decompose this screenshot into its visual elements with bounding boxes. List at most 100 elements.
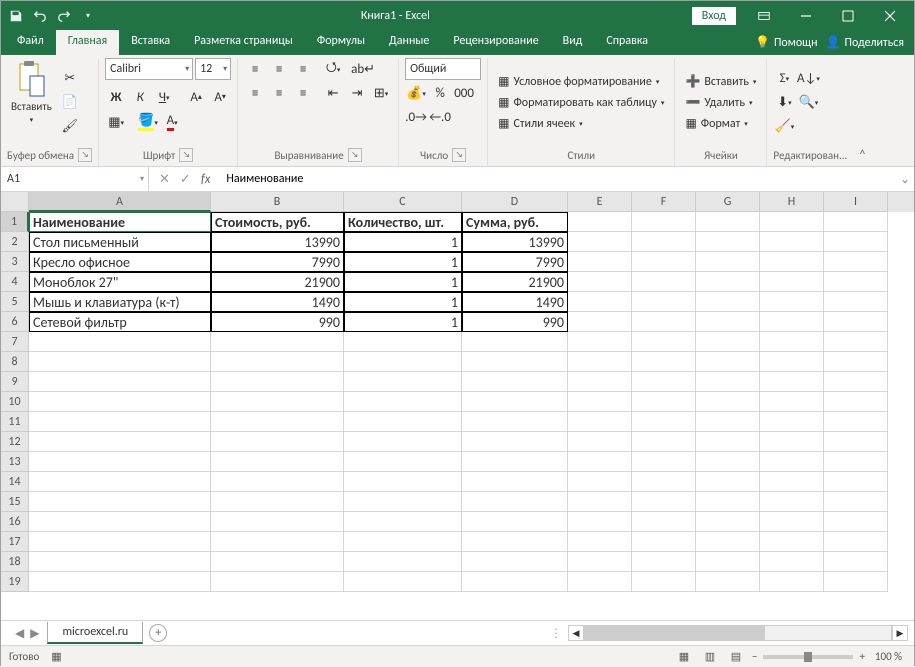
sheet-prev-icon[interactable]: ◀: [15, 626, 24, 641]
cell[interactable]: [632, 312, 696, 332]
cell[interactable]: [696, 352, 760, 372]
increase-indent-icon[interactable]: ⇥: [346, 82, 368, 104]
cell[interactable]: [211, 472, 344, 492]
cell[interactable]: [696, 372, 760, 392]
column-header[interactable]: B: [211, 192, 344, 212]
cell[interactable]: [29, 452, 211, 472]
cell[interactable]: [824, 332, 888, 352]
spreadsheet-grid[interactable]: ABCDEFGHI 1НаименованиеСтоимость, руб.Ко…: [1, 192, 914, 620]
cell[interactable]: [462, 452, 568, 472]
cell[interactable]: [568, 272, 632, 292]
cell[interactable]: [632, 532, 696, 552]
cell[interactable]: [29, 332, 211, 352]
save-icon[interactable]: [5, 5, 27, 27]
row-header[interactable]: 9: [1, 372, 29, 392]
cell[interactable]: [568, 292, 632, 312]
add-sheet-icon[interactable]: +: [149, 624, 167, 642]
cell[interactable]: [568, 532, 632, 552]
cell[interactable]: [696, 552, 760, 572]
row-header[interactable]: 19: [1, 572, 29, 592]
cell[interactable]: [344, 432, 462, 452]
horizontal-scrollbar[interactable]: ◀ ▶: [568, 625, 908, 641]
zoom-level[interactable]: 100 %: [871, 650, 906, 663]
cell[interactable]: [696, 472, 760, 492]
cell[interactable]: [760, 332, 824, 352]
cell[interactable]: 21900: [211, 272, 344, 292]
cell[interactable]: [824, 552, 888, 572]
cell[interactable]: 13990: [462, 232, 568, 252]
cell[interactable]: [824, 512, 888, 532]
cell[interactable]: [568, 432, 632, 452]
row-header[interactable]: 7: [1, 332, 29, 352]
column-header[interactable]: E: [568, 192, 632, 212]
cell[interactable]: [29, 352, 211, 372]
qat-more-icon[interactable]: ▾: [77, 5, 99, 27]
font-name-select[interactable]: Calibri: [105, 58, 193, 80]
cell[interactable]: [824, 572, 888, 592]
cell[interactable]: [696, 292, 760, 312]
wrap-text-icon[interactable]: ab↵: [352, 58, 374, 80]
cell[interactable]: [696, 432, 760, 452]
row-header[interactable]: 14: [1, 472, 29, 492]
cell[interactable]: [462, 532, 568, 552]
cell[interactable]: [824, 432, 888, 452]
row-header[interactable]: 18: [1, 552, 29, 572]
align-bottom-icon[interactable]: ≡: [292, 58, 314, 80]
cell[interactable]: [211, 372, 344, 392]
cell[interactable]: Стол письменный: [29, 232, 211, 252]
align-left-icon[interactable]: ≡: [244, 82, 266, 104]
cell[interactable]: [211, 412, 344, 432]
fx-icon[interactable]: fx: [201, 172, 211, 187]
cell[interactable]: [344, 512, 462, 532]
column-header[interactable]: I: [824, 192, 888, 212]
orientation-icon[interactable]: ⭯▾: [322, 58, 344, 80]
page-break-view-icon[interactable]: ▤: [726, 648, 746, 666]
cell[interactable]: [211, 432, 344, 452]
cell[interactable]: [824, 392, 888, 412]
align-right-icon[interactable]: ≡: [292, 82, 314, 104]
cell[interactable]: [29, 532, 211, 552]
cell[interactable]: 7990: [462, 252, 568, 272]
cell[interactable]: [29, 552, 211, 572]
tab-review[interactable]: Рецензирование: [441, 30, 550, 55]
cell[interactable]: [696, 452, 760, 472]
cell[interactable]: [211, 452, 344, 472]
cell[interactable]: [462, 492, 568, 512]
macro-record-icon[interactable]: ▦: [51, 650, 61, 663]
cell[interactable]: [568, 572, 632, 592]
tellme-button[interactable]: 💡Помощн: [755, 35, 818, 50]
cell[interactable]: [29, 572, 211, 592]
cell[interactable]: [760, 232, 824, 252]
tab-pagelayout[interactable]: Разметка страницы: [182, 30, 305, 55]
cell[interactable]: [568, 232, 632, 252]
cell[interactable]: 1490: [462, 292, 568, 312]
cell[interactable]: [568, 452, 632, 472]
row-header[interactable]: 13: [1, 452, 29, 472]
maximize-icon[interactable]: [828, 1, 868, 30]
row-header[interactable]: 8: [1, 352, 29, 372]
currency-icon[interactable]: 💰▾: [405, 82, 427, 104]
cell[interactable]: [632, 572, 696, 592]
signin-button[interactable]: Вход: [692, 7, 736, 25]
clipboard-launcher[interactable]: ↘: [78, 148, 92, 162]
cell[interactable]: [824, 252, 888, 272]
cell[interactable]: [632, 492, 696, 512]
decrease-decimal-icon[interactable]: ←.0: [429, 106, 451, 128]
close-icon[interactable]: [870, 1, 910, 30]
font-launcher[interactable]: ↘: [179, 148, 193, 162]
row-header[interactable]: 3: [1, 252, 29, 272]
cell[interactable]: [568, 412, 632, 432]
row-header[interactable]: 15: [1, 492, 29, 512]
cell[interactable]: [760, 512, 824, 532]
autosum-icon[interactable]: Σ▾: [773, 68, 795, 90]
cell[interactable]: [760, 312, 824, 332]
cell[interactable]: [568, 512, 632, 532]
cell[interactable]: [824, 452, 888, 472]
cell[interactable]: [760, 472, 824, 492]
format-cells-button[interactable]: ▦Формат▾: [681, 114, 760, 133]
column-header[interactable]: A: [29, 192, 211, 212]
cell[interactable]: [211, 512, 344, 532]
cell[interactable]: [632, 372, 696, 392]
cell[interactable]: [632, 232, 696, 252]
cell[interactable]: [632, 512, 696, 532]
